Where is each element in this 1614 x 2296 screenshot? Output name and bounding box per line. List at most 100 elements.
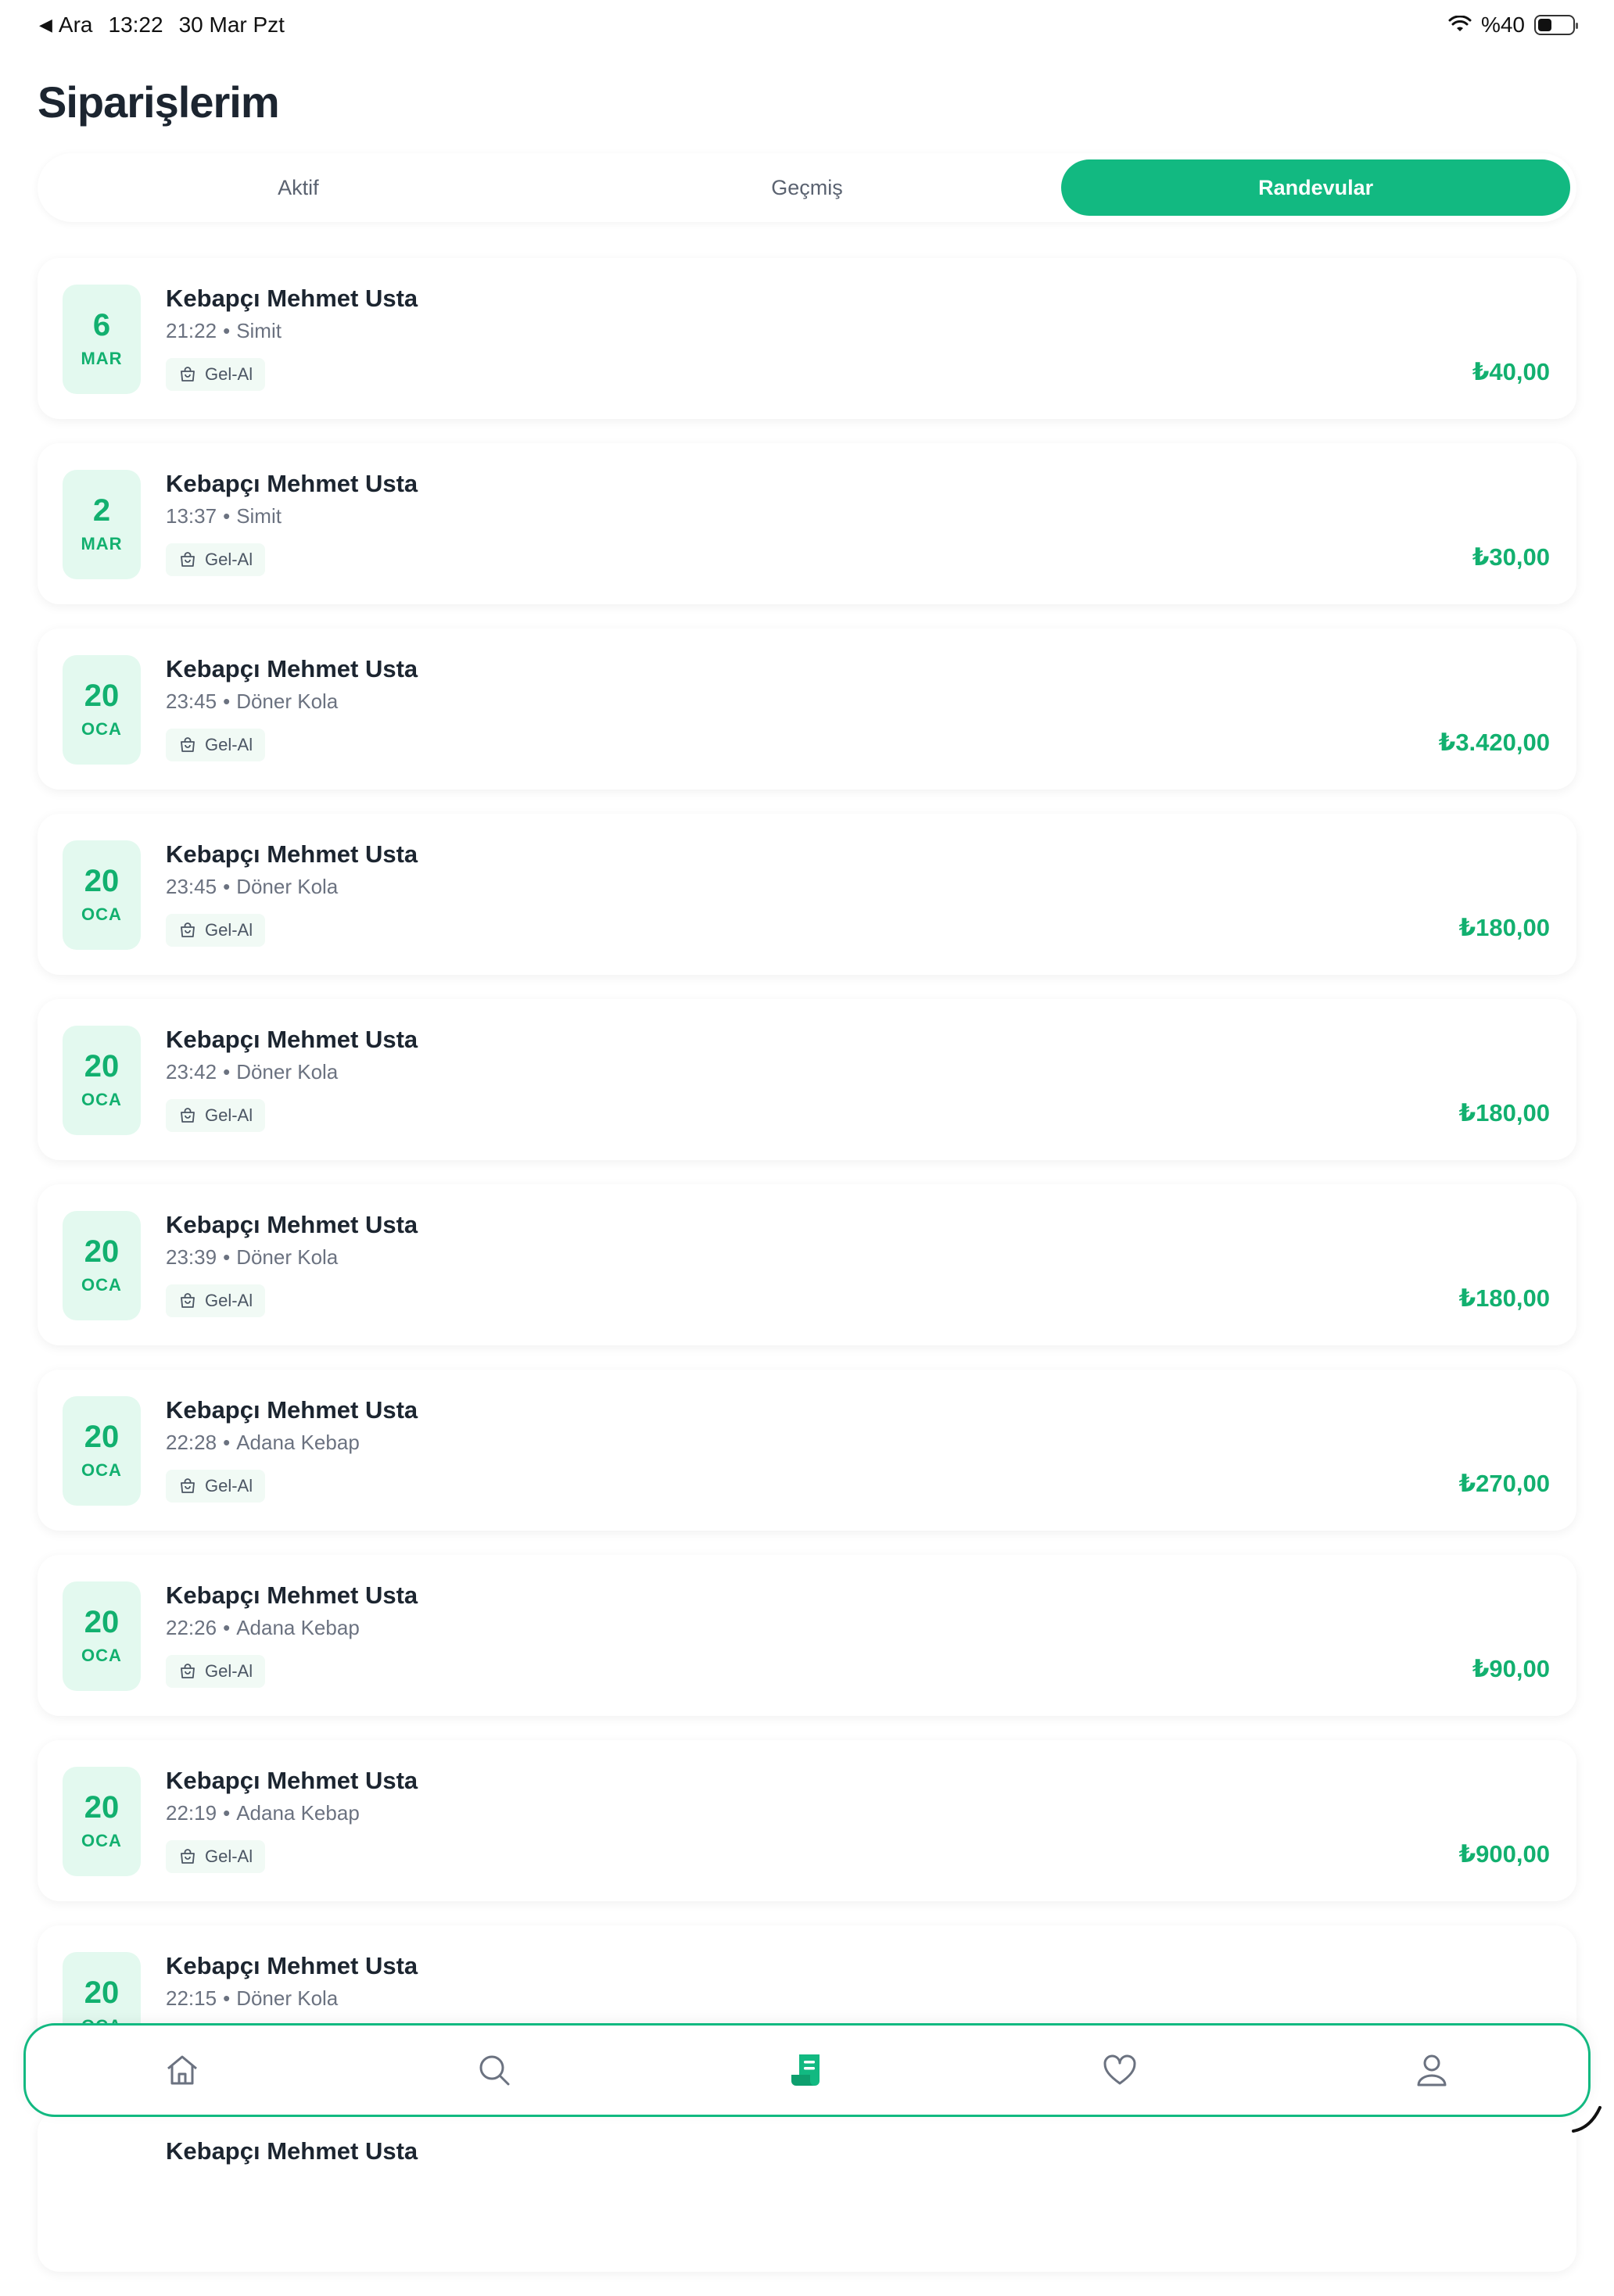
order-type-badge: Gel-Al bbox=[166, 729, 266, 761]
order-item: Adana Kebap bbox=[236, 1616, 360, 1639]
shopping-bag-icon bbox=[181, 367, 195, 381]
separator-dot: • bbox=[223, 1060, 231, 1084]
order-card[interactable]: 6 MAR Kebapçı Mehmet Usta 21:22 • Simit Ge… bbox=[38, 258, 1576, 419]
order-restaurant-name: Kebapçı Mehmet Usta bbox=[166, 840, 418, 868]
shopping-bag-icon bbox=[181, 737, 195, 752]
separator-dot: • bbox=[223, 690, 231, 713]
profile-icon bbox=[1417, 2054, 1447, 2086]
order-restaurant-name: Kebapçı Mehmet Usta bbox=[166, 1211, 418, 1238]
order-card[interactable]: 20 OCA Kebapçı Mehmet Usta 23:45 • Döner K… bbox=[38, 814, 1576, 975]
separator-dot: • bbox=[223, 504, 231, 528]
shopping-bag-icon bbox=[181, 1108, 195, 1123]
shopping-bag-icon bbox=[181, 1849, 195, 1864]
shopping-bag-icon bbox=[181, 552, 195, 567]
orders-list: 6 MAR Kebapçı Mehmet Usta 21:22 • Simit Ge… bbox=[38, 258, 1576, 2296]
tab-randevular[interactable]: Randevular bbox=[1061, 159, 1571, 216]
order-card[interactable]: Kebapçı Mehmet Usta • bbox=[38, 2111, 1576, 2272]
order-restaurant-name: Kebapçı Mehmet Usta bbox=[166, 1767, 418, 1794]
order-card[interactable]: 20 OCA Kebapçı Mehmet Usta 23:45 • Döner K… bbox=[38, 629, 1576, 790]
order-item: Simit bbox=[236, 319, 282, 342]
order-item: Döner Kola bbox=[236, 875, 339, 898]
order-card[interactable]: 20 OCA Kebapçı Mehmet Usta 23:42 • Döner K… bbox=[38, 999, 1576, 1160]
order-time: 22:15 bbox=[166, 1986, 217, 2010]
order-restaurant-name: Kebapçı Mehmet Usta bbox=[166, 285, 418, 312]
order-time: 22:19 bbox=[166, 1801, 217, 1825]
order-type-label: Gel-Al bbox=[205, 920, 253, 940]
order-price: ₺900,00 bbox=[1458, 1840, 1550, 1868]
shopping-bag-icon bbox=[181, 1293, 195, 1308]
order-price: ₺90,00 bbox=[1472, 1655, 1550, 1682]
order-details: 23:39 • Döner Kola bbox=[166, 1245, 338, 1270]
order-details: 22:19 • Adana Kebap bbox=[166, 1801, 360, 1825]
bottom-nav bbox=[23, 2023, 1591, 2117]
order-time: 22:26 bbox=[166, 1616, 217, 1639]
order-date-month: OCA bbox=[81, 904, 122, 924]
battery-percent: %40 bbox=[1480, 13, 1525, 37]
tab-bar: Aktif Geçmiş Randevular bbox=[38, 153, 1576, 222]
order-date-box: 20 OCA bbox=[63, 1211, 141, 1320]
order-restaurant-name: Kebapçı Mehmet Usta bbox=[166, 2137, 418, 2165]
order-date-month: OCA bbox=[81, 1460, 122, 1480]
order-date-day: 20 bbox=[84, 1790, 120, 1825]
order-card[interactable]: 20 OCA Kebapçı Mehmet Usta 22:26 • Adana K… bbox=[38, 1555, 1576, 1716]
order-date-day: 2 bbox=[92, 493, 111, 528]
nav-favorites[interactable] bbox=[1089, 2039, 1151, 2101]
order-date-month: OCA bbox=[81, 1646, 122, 1665]
order-date-box: 20 OCA bbox=[63, 655, 141, 765]
tab-aktif[interactable]: Aktif bbox=[44, 159, 553, 216]
order-time: 23:39 bbox=[166, 1245, 217, 1269]
battery-icon bbox=[1534, 15, 1578, 35]
order-item: Adana Kebap bbox=[236, 1801, 360, 1825]
order-type-badge: Gel-Al bbox=[166, 358, 266, 391]
order-time: 22:28 bbox=[166, 1431, 217, 1454]
back-app-label[interactable]: Ara bbox=[59, 13, 93, 38]
order-date-day: 20 bbox=[84, 1420, 120, 1454]
order-type-label: Gel-Al bbox=[205, 735, 253, 754]
nav-orders[interactable] bbox=[776, 2039, 838, 2101]
order-card[interactable]: 20 OCA Kebapçı Mehmet Usta 23:39 • Döner K… bbox=[38, 1184, 1576, 1345]
shopping-bag-icon bbox=[181, 1478, 195, 1493]
order-card[interactable]: 20 OCA Kebapçı Mehmet Usta 22:28 • Adana K… bbox=[38, 1370, 1576, 1531]
order-restaurant-name: Kebapçı Mehmet Usta bbox=[166, 1396, 418, 1424]
order-card[interactable]: 20 OCA Kebapçı Mehmet Usta 22:19 • Adana K… bbox=[38, 1740, 1576, 1901]
order-date-month: OCA bbox=[81, 1831, 122, 1850]
order-time: 23:45 bbox=[166, 875, 217, 898]
order-type-label: Gel-Al bbox=[205, 1105, 253, 1125]
order-card[interactable]: 2 MAR Kebapçı Mehmet Usta 13:37 • Simit Ge… bbox=[38, 443, 1576, 604]
separator-dot: • bbox=[223, 1986, 231, 2010]
tab-gecmis[interactable]: Geçmiş bbox=[553, 159, 1062, 216]
order-details: 22:28 • Adana Kebap bbox=[166, 1431, 360, 1455]
order-date-box: 2 MAR bbox=[63, 470, 141, 579]
order-details: 21:22 • Simit bbox=[166, 319, 282, 343]
nav-home[interactable] bbox=[151, 2039, 213, 2101]
orders-receipt-icon bbox=[791, 2054, 820, 2086]
status-time: 13:22 bbox=[108, 13, 163, 37]
nav-search[interactable] bbox=[463, 2039, 525, 2101]
order-details: 23:45 • Döner Kola bbox=[166, 875, 338, 899]
order-restaurant-name: Kebapçı Mehmet Usta bbox=[166, 1581, 418, 1609]
order-type-label: Gel-Al bbox=[205, 364, 253, 384]
order-date-box: 20 OCA bbox=[63, 840, 141, 950]
order-item: Döner Kola bbox=[236, 1245, 339, 1269]
order-date-month: OCA bbox=[81, 1090, 122, 1109]
search-icon bbox=[479, 2055, 510, 2086]
order-date-month: OCA bbox=[81, 1275, 122, 1295]
back-arrow-icon[interactable]: ◀ bbox=[39, 15, 52, 35]
order-item: Döner Kola bbox=[236, 1060, 339, 1084]
order-restaurant-name: Kebapçı Mehmet Usta bbox=[166, 1952, 418, 1979]
order-date-month: MAR bbox=[81, 534, 123, 553]
order-price: ₺30,00 bbox=[1472, 543, 1550, 571]
order-date-box: 6 MAR bbox=[63, 285, 141, 394]
order-details: 23:45 • Döner Kola bbox=[166, 690, 338, 714]
order-date-box: 20 OCA bbox=[63, 1026, 141, 1135]
order-date-month: MAR bbox=[81, 349, 123, 368]
scroll-corner-indicator bbox=[1572, 2106, 1601, 2133]
shopping-bag-icon bbox=[181, 1664, 195, 1678]
status-bar: ◀ Ara 13:22 30 Mar Pzt %40 bbox=[0, 0, 1614, 50]
order-type-badge: Gel-Al bbox=[166, 1655, 266, 1688]
order-price: ₺3.420,00 bbox=[1438, 729, 1550, 756]
order-restaurant-name: Kebapçı Mehmet Usta bbox=[166, 655, 418, 682]
nav-profile[interactable] bbox=[1401, 2039, 1463, 2101]
order-type-label: Gel-Al bbox=[205, 1661, 253, 1681]
order-price: ₺40,00 bbox=[1472, 358, 1550, 385]
